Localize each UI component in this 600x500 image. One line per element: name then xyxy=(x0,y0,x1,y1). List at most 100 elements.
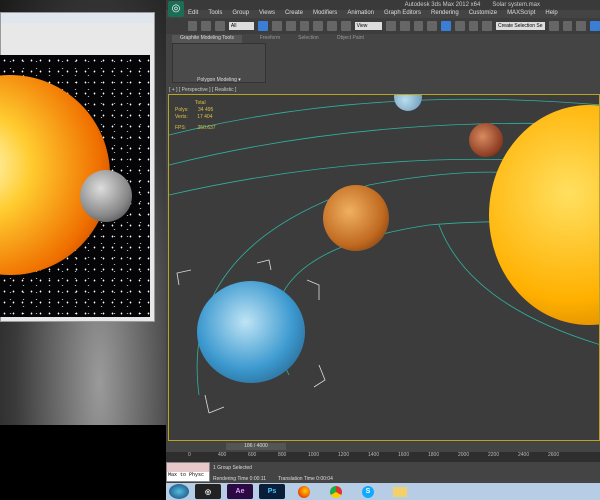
translation-time: Translation Time 0:00:04 xyxy=(278,476,333,482)
angle-snap-icon[interactable] xyxy=(441,21,451,31)
tick: 1200 xyxy=(338,452,350,458)
after-effects-icon[interactable]: Ae xyxy=(227,484,253,499)
menu-bar: Edit Tools Group Views Create Modifiers … xyxy=(188,10,558,18)
reference-coord-dropdown[interactable]: View xyxy=(354,22,383,30)
menu-animation[interactable]: Animation xyxy=(347,10,374,18)
tab-freeform[interactable]: Freeform xyxy=(260,35,280,43)
tab-graphite-modeling-tools[interactable]: Graphite Modeling Tools xyxy=(172,35,242,43)
tick: 1600 xyxy=(398,452,410,458)
selection-bracket xyxy=(204,394,210,414)
menu-help[interactable]: Help xyxy=(545,10,557,18)
menu-views[interactable]: Views xyxy=(259,10,275,18)
menu-customize[interactable]: Customize xyxy=(469,10,497,18)
selection-bracket xyxy=(256,259,272,271)
menu-edit[interactable]: Edit xyxy=(188,10,198,18)
verts-label: Verts: xyxy=(175,114,188,120)
background-window-area xyxy=(0,0,166,425)
skype-icon[interactable]: S xyxy=(355,484,381,499)
menu-tools[interactable]: Tools xyxy=(208,10,222,18)
venus-planet[interactable] xyxy=(323,185,389,251)
tick: 400 xyxy=(218,452,227,458)
selection-bracket xyxy=(306,279,320,300)
main-toolbar: All View Create Selection Se xyxy=(166,18,600,34)
tick: 1400 xyxy=(368,452,380,458)
select-by-name-icon[interactable] xyxy=(272,21,282,31)
black-area xyxy=(0,425,166,500)
tab-object-paint[interactable]: Object Paint xyxy=(337,35,364,43)
firefox-icon[interactable] xyxy=(291,484,317,499)
tick: 600 xyxy=(248,452,257,458)
ribbon-tabs: Graphite Modeling Tools Freeform Selecti… xyxy=(172,35,364,43)
selection-bracket xyxy=(176,269,192,286)
tick: 2200 xyxy=(488,452,500,458)
spinner-snap-icon[interactable] xyxy=(468,21,479,31)
mars-planet[interactable] xyxy=(469,123,503,157)
select-icon[interactable] xyxy=(258,21,269,31)
menu-create[interactable]: Create xyxy=(285,10,303,18)
title-bar: Autodesk 3ds Max 2012 x64 Solar system.m… xyxy=(166,0,600,10)
edit-named-selection-icon[interactable] xyxy=(482,21,493,31)
polys-value: 34 495 xyxy=(198,107,214,113)
scale-icon[interactable] xyxy=(340,21,351,31)
windows-start-icon[interactable] xyxy=(169,484,189,499)
menu-maxscript[interactable]: MAXScript xyxy=(507,10,535,18)
percent-snap-icon[interactable] xyxy=(454,21,465,31)
chrome-icon[interactable] xyxy=(323,484,349,499)
3dsmax-window: Autodesk 3ds Max 2012 x64 Solar system.m… xyxy=(166,0,600,500)
named-selection-dropdown[interactable]: Create Selection Se xyxy=(496,22,545,30)
viewport-label[interactable]: [ + ] [ Perspective ] [ Realistic ] xyxy=(169,87,236,93)
tick: 1000 xyxy=(308,452,320,458)
ribbon-toggle-icon[interactable] xyxy=(590,21,600,31)
maxscript-listener[interactable]: Max to Physc xyxy=(166,462,210,482)
fps-value: 250.637 xyxy=(197,125,216,131)
mirror-icon[interactable] xyxy=(548,21,559,31)
selection-status: 1 Group Selected xyxy=(213,465,252,471)
menu-rendering[interactable]: Rendering xyxy=(431,10,459,18)
keyboard-shortcut-icon[interactable] xyxy=(413,21,424,31)
photoshop-icon[interactable]: Ps xyxy=(259,484,285,499)
region-icon[interactable] xyxy=(285,21,296,31)
folder-icon[interactable] xyxy=(387,484,413,499)
skype-letter: S xyxy=(362,485,374,498)
unlink-icon[interactable] xyxy=(201,21,212,31)
polygon-modeling-dropdown[interactable]: Polygon Modeling ▾ xyxy=(172,77,266,83)
menu-modifiers[interactable]: Modifiers xyxy=(313,10,337,18)
selection-bracket xyxy=(313,364,326,388)
maxscript-text: Max to Physc xyxy=(168,472,205,478)
viewport-statistics: Total Polys: 34 495 Verts: 17 404 FPS: 2… xyxy=(175,100,216,132)
tab-selection[interactable]: Selection xyxy=(298,35,319,43)
align-icon[interactable] xyxy=(562,21,573,31)
menu-group[interactable]: Group xyxy=(232,10,249,18)
file-name: Solar system.max xyxy=(492,2,540,8)
menu-graph-editors[interactable]: Graph Editors xyxy=(384,10,421,18)
manipulate-icon[interactable] xyxy=(399,21,410,31)
snap-icon[interactable] xyxy=(427,21,438,31)
rendered-image xyxy=(0,55,150,317)
fps-label: FPS: xyxy=(175,125,187,131)
time-slider[interactable]: 186 / 4000 xyxy=(226,443,286,450)
window-titlebar[interactable] xyxy=(1,13,154,23)
rendering-time: Rendering Time 0:00:11 xyxy=(213,476,266,482)
perspective-viewport[interactable]: Total Polys: 34 495 Verts: 17 404 FPS: 2… xyxy=(168,94,600,441)
selection-bracket xyxy=(208,406,225,414)
taskbar: ◎ Ae Ps S xyxy=(166,483,600,500)
app-title: Autodesk 3ds Max 2012 x64 xyxy=(404,2,481,8)
window-crossing-icon[interactable] xyxy=(299,21,310,31)
pivot-icon[interactable] xyxy=(386,21,396,31)
timeline-ruler[interactable]: 0 400 600 800 1000 1200 1400 1600 1800 2… xyxy=(166,452,600,462)
tick: 2000 xyxy=(458,452,470,458)
3dsmax-icon[interactable]: ◎ xyxy=(195,484,221,499)
link-icon[interactable] xyxy=(187,21,198,31)
bind-icon[interactable] xyxy=(215,21,225,31)
rotate-icon[interactable] xyxy=(327,21,337,31)
app-logo-icon[interactable]: ◎ xyxy=(168,1,184,17)
layer-icon[interactable] xyxy=(576,21,587,31)
tick: 1800 xyxy=(428,452,440,458)
time-status: Rendering Time 0:00:11 Translation Time … xyxy=(213,476,333,482)
move-icon[interactable] xyxy=(313,21,324,31)
stats-header: Total xyxy=(195,100,206,106)
verts-value: 17 404 xyxy=(197,114,213,120)
tick: 0 xyxy=(188,452,191,458)
selection-filter-dropdown[interactable]: All xyxy=(228,22,255,30)
earth-planet[interactable] xyxy=(197,281,305,383)
